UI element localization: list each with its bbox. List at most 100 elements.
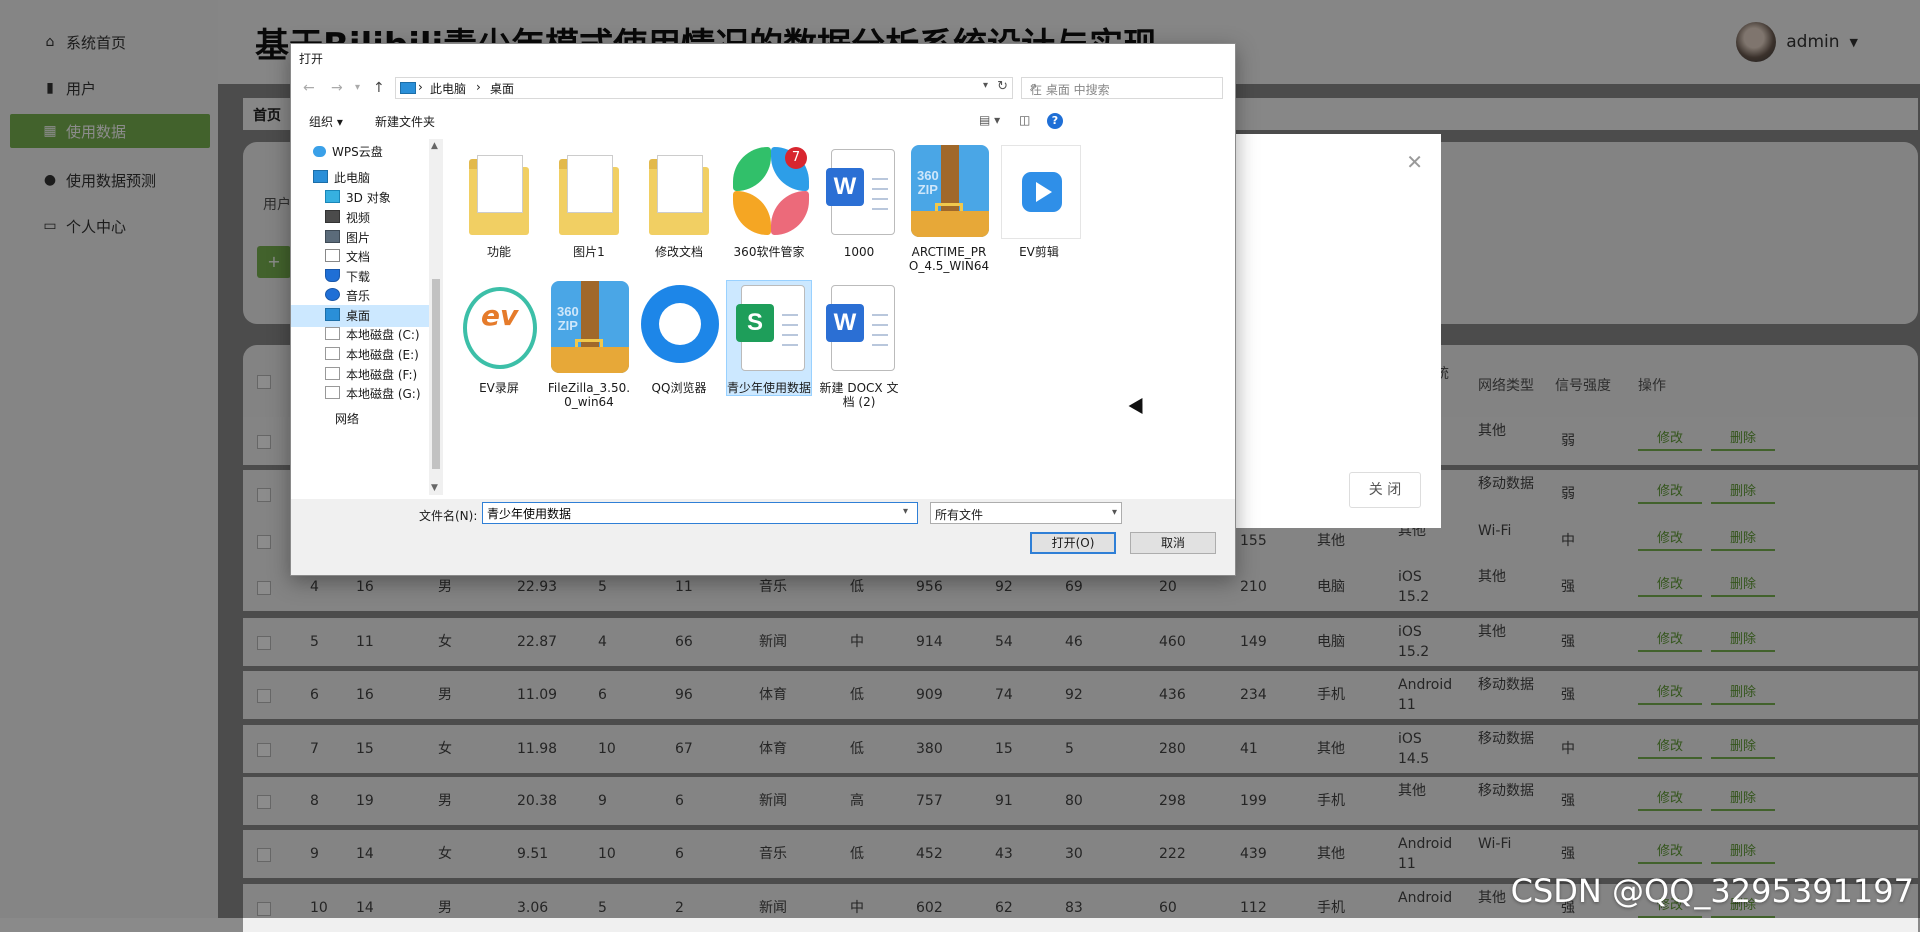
forward-arrow-icon[interactable]: → [331,80,343,96]
new-folder-button[interactable]: 新建文件夹 [375,113,435,130]
file-label: 图片1 [573,245,605,259]
nav-item[interactable]: 本地磁盘 (E:) [291,344,429,366]
chevron-right-icon: › [476,80,481,94]
cube-icon [325,190,340,203]
nav-item-label: 本地磁盘 (C:) [346,328,420,342]
chevron-right-icon: › [418,80,423,94]
modal-close-button[interactable]: 关 闭 [1349,472,1421,508]
spreadsheet-icon: S [729,281,809,377]
file-label: 新建 DOCX 文档 (2) [819,381,899,409]
nav-item-label: 此电脑 [334,171,371,185]
refresh-icon[interactable]: ↻ [997,79,1008,94]
video-icon [325,210,340,223]
file-item[interactable]: 7 360软件管家 [727,145,811,259]
nav-item[interactable]: 此电脑 [291,167,429,189]
image-icon [325,230,340,243]
file-label: 青少年使用数据 [727,381,812,395]
folder-icon [549,145,629,241]
file-item[interactable]: S 青少年使用数据 [726,280,812,396]
file-type-value: 所有文件 [935,508,984,522]
word-document-icon: W [819,145,899,241]
app-360-icon: 7 [729,145,809,241]
open-button[interactable]: 打开(O) [1030,532,1116,554]
nav-item[interactable]: 视频 [291,207,429,229]
notification-badge: 7 [785,147,807,169]
close-icon[interactable]: ✕ [1406,150,1423,174]
file-type-select[interactable]: 所有文件 ▾ [930,502,1122,524]
file-label: 1000 [843,245,875,259]
disk-icon [325,386,340,399]
path-segment[interactable]: 桌面 [490,80,514,97]
scroll-down-icon[interactable]: ▼ [431,483,438,493]
nav-item-label: 桌面 [346,309,371,323]
file-item[interactable]: W 1000 [817,145,901,259]
file-item[interactable]: 功能 [457,145,541,259]
scroll-up-icon[interactable]: ▲ [431,141,438,151]
file-label: FileZilla_3.50.0_win64 [547,381,631,409]
file-item[interactable]: QQ浏览器 [637,281,721,395]
disk-icon [325,367,340,380]
nav-item-label: WPS云盘 [332,145,383,159]
disk-icon [325,347,340,360]
file-label: EV录屏 [479,381,519,395]
browser-icon [639,281,719,377]
chevron-down-icon[interactable]: ▾ [983,80,988,91]
back-arrow-icon[interactable]: ← [303,80,315,96]
file-item[interactable]: 360 ZIP ARCTIME_PRO_4.5_WIN64 [907,145,991,273]
recent-chevron-icon[interactable]: ▾ [355,82,360,93]
chevron-down-icon[interactable]: ▾ [903,506,908,517]
dialog-toolbar: 组织 ▾ 新建文件夹 ▤ ▾ ◫ ? [291,107,1235,135]
nav-item[interactable]: 网络 [291,408,429,430]
search-icon: ⌕ [1030,79,1038,94]
navigation-pane: WPS云盘 此电脑 3D 对象 视频 图片 文档 下载 音乐 桌面 本地磁盘 (C:) 本地磁盘 (… [291,139,430,495]
file-item[interactable]: 360 ZIP FileZilla_3.50.0_win64 [547,281,631,409]
nav-item[interactable]: 文档 [291,246,429,268]
nav-item[interactable]: 本地磁盘 (G:) [291,383,429,405]
desktop-icon [325,308,340,321]
organize-menu[interactable]: 组织 ▾ [309,113,343,130]
nav-item[interactable]: 本地磁盘 (C:) [291,324,429,346]
disk-icon [325,327,340,340]
nav-item[interactable]: WPS云盘 [291,141,429,163]
address-bar[interactable]: › 此电脑 › 桌面 ▾ ↻ [395,77,1013,99]
document-icon [325,249,340,262]
play-icon [999,145,1081,241]
preview-pane-icon[interactable]: ◫ [1019,113,1030,127]
music-icon [325,288,340,301]
file-label: QQ浏览器 [651,381,707,395]
file-item[interactable]: 修改文档 [637,145,721,259]
nav-item[interactable]: 3D 对象 [291,187,429,209]
nav-item-label: 本地磁盘 (E:) [346,348,419,362]
pc-icon [313,170,328,183]
up-arrow-icon[interactable]: ↑ [373,80,385,96]
nav-item-label: 视频 [346,211,371,225]
pc-icon [400,82,416,94]
view-options-icon[interactable]: ▤ ▾ [979,113,1000,127]
file-item[interactable]: W 新建 DOCX 文档 (2) [817,281,901,409]
watermark: CSDN @QQ_3295391197 [1510,872,1914,910]
nav-item-label: 本地磁盘 (G:) [346,387,421,401]
dialog-title: 打开 [299,52,324,66]
file-item[interactable]: ev EV录屏 [457,281,541,395]
folder-icon [459,145,539,241]
scroll-thumb[interactable] [432,279,440,469]
ev-recorder-icon: ev [459,281,539,377]
nav-scrollbar[interactable]: ▲ ▼ [429,139,443,495]
help-icon[interactable]: ? [1047,113,1063,129]
folder-icon [639,145,719,241]
cloud-icon [313,146,326,157]
address-row: ← → ▾ ↑ › 此电脑 › 桌面 ▾ ↻ 在 桌面 中搜索 ⌕ [291,73,1235,103]
archive-icon: 360 ZIP [549,281,629,377]
nav-item-label: 本地磁盘 (F:) [346,368,418,382]
file-label: 修改文档 [654,245,703,259]
filename-input[interactable] [482,502,918,524]
file-label: 360软件管家 [733,245,805,259]
file-item[interactable]: 图片1 [547,145,631,259]
nav-item[interactable]: 音乐 [291,285,429,307]
path-segment[interactable]: 此电脑 [430,80,466,97]
search-input[interactable]: 在 桌面 中搜索 ⌕ [1021,77,1223,99]
nav-item-label: 音乐 [346,289,371,303]
dialog-footer: 文件名(N): ▾ 所有文件 ▾ 打开(O) 取消 [291,499,1235,575]
cancel-button[interactable]: 取消 [1130,532,1216,554]
file-item[interactable]: EV剪辑 [997,145,1081,259]
